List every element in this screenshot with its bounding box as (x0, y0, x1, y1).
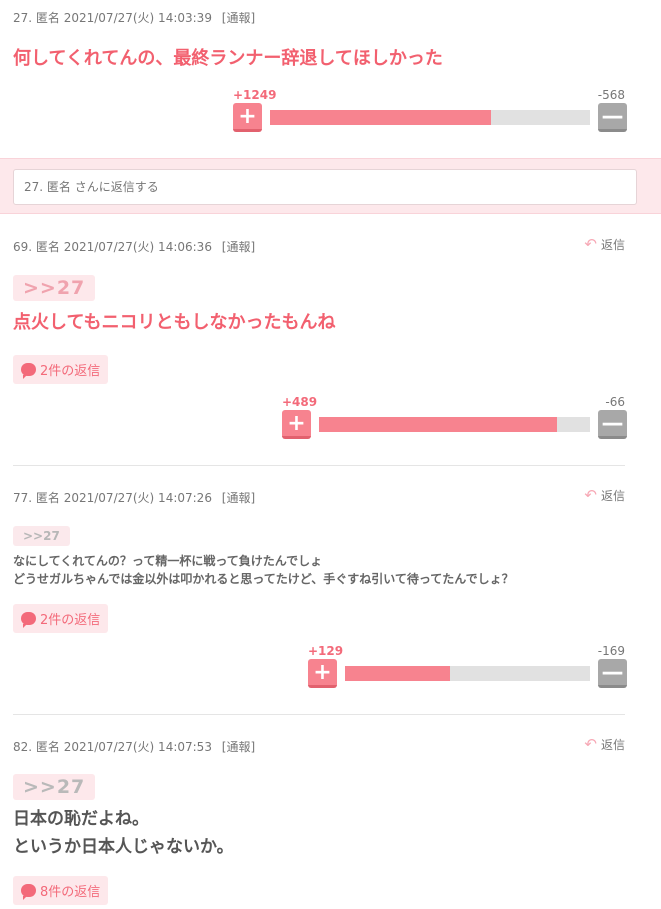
comment-body: 何してくれてんの、最終ランナー辞退してほしかった (13, 48, 443, 69)
plus-count: +129 (308, 644, 344, 658)
reply-arrow-icon: ↶ (584, 235, 597, 253)
speech-bubble-icon (21, 612, 36, 628)
anchor-link[interactable]: >>27 (13, 774, 96, 800)
comment-body: 日本の恥だよね。 というか日本人じゃないか。 (13, 805, 234, 861)
comment-meta: 27. 匿名 2021/07/27(火) 14:03:39 [通報] (13, 10, 255, 26)
comment-meta: 77. 匿名 2021/07/27(火) 14:07:26 [通報] (13, 490, 255, 506)
reply-label: 返信 (600, 488, 625, 503)
minus-count: -66 (605, 395, 625, 409)
vote-widget: +1249 -568 + — (233, 88, 627, 132)
vote-ratio-fill (345, 666, 451, 681)
vote-widget: +489 -66 + — (282, 395, 627, 439)
reply-button[interactable]: ↶ 返信 (584, 235, 625, 253)
comment-body-line: 日本の恥だよね。 (13, 809, 149, 829)
report-link[interactable]: [通報] (222, 11, 255, 25)
speech-bubble-icon (21, 884, 36, 900)
report-link[interactable]: [通報] (222, 740, 255, 754)
reply-arrow-icon: ↶ (584, 735, 597, 753)
minus-count: -169 (597, 644, 625, 658)
vote-ratio-bar (319, 417, 590, 432)
plus-button[interactable]: + (282, 410, 311, 439)
comment-header: 77. 匿名 2021/07/27(火) 14:07:26 (13, 491, 212, 505)
comment-header: 82. 匿名 2021/07/27(火) 14:07:53 (13, 740, 212, 754)
vote-ratio-bar (345, 666, 590, 681)
minus-button[interactable]: — (598, 659, 627, 688)
minus-button[interactable]: — (598, 410, 627, 439)
vote-ratio-fill (270, 110, 491, 125)
comment-27: 27. 匿名 2021/07/27(火) 14:03:39 [通報] 何してくれ… (0, 0, 661, 158)
reply-label: 返信 (600, 237, 625, 252)
comment-body-line: なにしてくれてんの？って精一杯に戦って負けたんでしょ (13, 554, 323, 568)
comment-header: 69. 匿名 2021/07/27(火) 14:06:36 (13, 240, 212, 254)
minus-button[interactable]: — (598, 103, 627, 132)
anchor-link[interactable]: >>27 (13, 275, 96, 301)
comment-meta: 82. 匿名 2021/07/27(火) 14:07:53 [通報] (13, 739, 255, 755)
vote-widget: +129 -169 + — (308, 644, 627, 688)
plus-count: +1249 (233, 88, 277, 102)
replies-count: 8件の返信 (40, 885, 101, 900)
comment-82: 82. 匿名 2021/07/27(火) 14:07:53 [通報] ↶ 返信 … (0, 715, 661, 909)
comment-body-line: どうせガルちゃんでは金以外は叩かれると思ってたけど、手ぐすね引いて待ってたんでし… (13, 572, 514, 586)
reply-form: 27. 匿名 さんに返信する (0, 158, 661, 214)
reply-label: 返信 (600, 737, 625, 752)
report-link[interactable]: [通報] (222, 491, 255, 505)
comment-body: 点火してもニコリともしなかったもんね (13, 312, 336, 333)
replies-count: 2件の返信 (40, 364, 101, 379)
comment-header: 27. 匿名 2021/07/27(火) 14:03:39 (13, 11, 212, 25)
vote-ratio-bar (270, 110, 590, 125)
comment-69: 69. 匿名 2021/07/27(火) 14:06:36 [通報] ↶ 返信 … (0, 214, 661, 466)
report-link[interactable]: [通報] (222, 240, 255, 254)
reply-button[interactable]: ↶ 返信 (584, 735, 625, 753)
replies-button[interactable]: 8件の返信 (13, 876, 109, 905)
speech-bubble-icon (21, 363, 36, 379)
plus-button[interactable]: + (233, 103, 262, 132)
comment-body-line: というか日本人じゃないか。 (13, 837, 234, 857)
replies-button[interactable]: 2件の返信 (13, 604, 109, 633)
reply-input[interactable]: 27. 匿名 さんに返信する (13, 169, 637, 205)
vote-ratio-fill (319, 417, 558, 432)
anchor-link[interactable]: >>27 (13, 526, 70, 546)
comment-meta: 69. 匿名 2021/07/27(火) 14:06:36 [通報] (13, 239, 255, 255)
reply-button[interactable]: ↶ 返信 (584, 486, 625, 504)
comment-77: 77. 匿名 2021/07/27(火) 14:07:26 [通報] ↶ 返信 … (0, 466, 661, 715)
replies-count: 2件の返信 (40, 613, 101, 628)
minus-count: -568 (597, 88, 625, 102)
reply-arrow-icon: ↶ (584, 486, 597, 504)
plus-button[interactable]: + (308, 659, 337, 688)
plus-count: +489 (282, 395, 318, 409)
replies-button[interactable]: 2件の返信 (13, 355, 109, 384)
comment-body: なにしてくれてんの？って精一杯に戦って負けたんでしょ どうせガルちゃんでは金以外… (13, 552, 514, 588)
